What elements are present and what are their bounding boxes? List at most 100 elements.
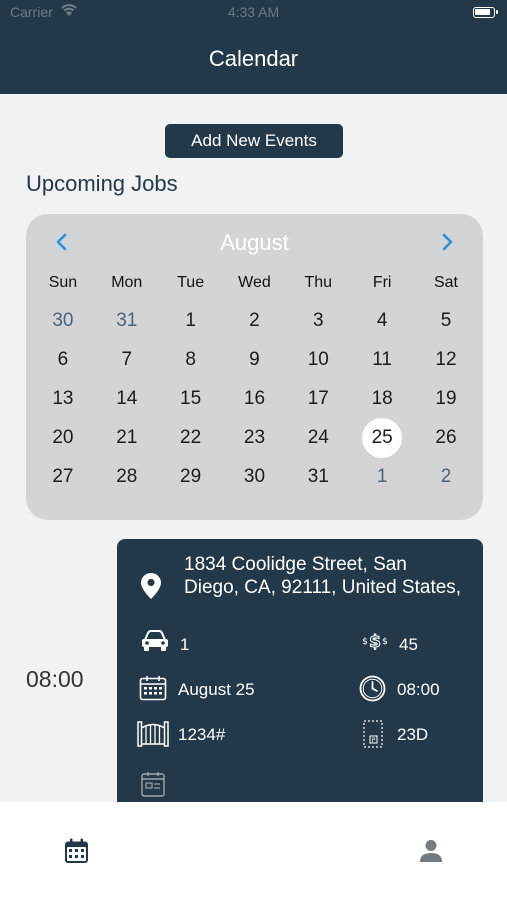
weekday-label: Wed <box>238 274 271 291</box>
calendar-day-selected[interactable]: 25 <box>350 417 414 458</box>
calendar-day[interactable]: 11 <box>350 340 414 379</box>
calendar-day[interactable]: 23 <box>223 418 287 457</box>
calendar-day[interactable]: 21 <box>95 418 159 457</box>
calendar-day[interactable]: 22 <box>159 418 223 457</box>
svg-text:$: $ <box>369 632 381 652</box>
tab-profile-icon[interactable] <box>419 839 443 868</box>
chevron-right-icon[interactable] <box>433 228 461 256</box>
svg-text:$: $ <box>382 637 388 647</box>
day-number: 13 <box>52 387 74 409</box>
job-date: August 25 <box>178 680 255 699</box>
day-number: 11 <box>372 348 392 370</box>
calendar-day[interactable]: 20 <box>31 418 95 457</box>
job-start-time: 08:00 <box>397 680 440 699</box>
day-number: 14 <box>116 387 138 409</box>
job-time-label: 08:00 <box>26 666 84 692</box>
weekday-label: Sat <box>433 274 458 291</box>
car-icon <box>141 630 169 657</box>
day-number: 15 <box>180 387 202 409</box>
day-number: 28 <box>116 465 138 487</box>
day-number: 7 <box>121 348 133 370</box>
calendar-day[interactable]: 10 <box>286 340 350 379</box>
job-address: 1834 Coolidge Street, San Diego, CA, 921… <box>184 554 462 598</box>
battery-icon <box>473 7 498 18</box>
day-number: 30 <box>52 309 74 331</box>
calendar-day[interactable]: 30 <box>223 457 287 496</box>
weekday-label: Mon <box>111 274 143 291</box>
day-number: 18 <box>371 387 393 409</box>
calendar-day[interactable]: 27 <box>31 457 95 496</box>
page-title: Calendar <box>208 46 299 71</box>
clock-icon <box>359 675 386 707</box>
day-number: 17 <box>307 387 329 409</box>
day-number: 22 <box>180 426 202 448</box>
day-number: 1 <box>185 309 196 331</box>
day-number: 9 <box>249 348 260 370</box>
calendar-day[interactable]: 17 <box>286 379 350 418</box>
day-number: 26 <box>435 426 457 448</box>
day-number: 19 <box>435 387 457 409</box>
calendar: August Sun Mon Tue Wed Thu Fri Sat 30 31 1 2 3 4 5 6 7… <box>26 214 483 520</box>
day-number: 5 <box>440 309 452 331</box>
gate-code: 1234# <box>178 725 226 744</box>
calendar-day[interactable]: 29 <box>159 457 223 496</box>
calendar-day[interactable]: 5 <box>414 301 478 340</box>
day-number: 24 <box>307 426 329 448</box>
calendar-day[interactable]: 28 <box>95 457 159 496</box>
vehicle-count: 1 <box>180 635 190 654</box>
calendar-day[interactable]: 24 <box>286 418 350 457</box>
calendar-day[interactable]: 1 <box>350 457 414 496</box>
job-price: 45 <box>399 635 418 654</box>
weekday-header: Sun Mon Tue Wed Thu Fri Sat <box>31 274 478 292</box>
day-number: 29 <box>180 465 202 487</box>
calendar-day[interactable]: 26 <box>414 418 478 457</box>
calendar-day[interactable]: 2 <box>223 301 287 340</box>
day-number: 4 <box>376 309 388 331</box>
navigation-bar: Calendar <box>0 26 507 94</box>
calendar-day[interactable]: 15 <box>159 379 223 418</box>
tab-bar <box>0 802 507 900</box>
calendar-day[interactable]: 2 <box>414 457 478 496</box>
calendar-day[interactable]: 30 <box>31 301 95 340</box>
calendar-day[interactable]: 13 <box>31 379 95 418</box>
day-number: 31 <box>307 465 329 487</box>
add-new-events-button[interactable]: Add New Events <box>165 124 343 158</box>
calendar-day[interactable]: 19 <box>414 379 478 418</box>
calendar-date-icon <box>139 675 167 706</box>
tab-calendar-icon[interactable] <box>64 838 89 869</box>
calendar-day[interactable]: 31 <box>286 457 350 496</box>
gate-icon <box>137 719 169 752</box>
day-number: 10 <box>307 348 329 370</box>
day-number: 27 <box>52 465 74 487</box>
day-number: 25 <box>371 426 393 448</box>
job-card[interactable]: 1834 Coolidge Street, San Diego, CA, 921… <box>117 539 483 819</box>
calendar-day[interactable]: 12 <box>414 340 478 379</box>
day-number: 2 <box>249 309 260 331</box>
calendar-day[interactable]: 3 <box>286 301 350 340</box>
calendar-day[interactable]: 31 <box>95 301 159 340</box>
calendar-day[interactable]: 1 <box>159 301 223 340</box>
weekday-label: Fri <box>372 274 392 291</box>
price-icon: $ $ $ <box>360 630 390 657</box>
calendar-day[interactable]: 18 <box>350 379 414 418</box>
day-number: 16 <box>243 387 266 409</box>
notes-icon <box>141 771 165 802</box>
day-number: 8 <box>185 348 196 370</box>
day-number: 23 <box>243 426 266 448</box>
calendar-day[interactable]: 7 <box>95 340 159 379</box>
calendar-days-grid: 30 31 1 2 3 4 5 6 7 8 9 10 11 12 13 14 15 16 17 18 19 20 21 22 2… <box>31 301 478 496</box>
section-title: Upcoming Jobs <box>26 171 178 196</box>
calendar-day[interactable]: 4 <box>350 301 414 340</box>
day-number: 12 <box>435 348 457 370</box>
day-number: 21 <box>116 426 138 448</box>
day-number: 31 <box>116 309 138 331</box>
calendar-day[interactable]: 6 <box>31 340 95 379</box>
calendar-day[interactable]: 8 <box>159 340 223 379</box>
weekday-label: Tue <box>177 274 205 291</box>
day-number: 2 <box>440 465 452 487</box>
calendar-day[interactable]: 14 <box>95 379 159 418</box>
calendar-day[interactable]: 9 <box>223 340 287 379</box>
calendar-day[interactable]: 16 <box>223 379 287 418</box>
weekday-label: Sun <box>48 274 78 291</box>
day-number: 6 <box>57 348 69 370</box>
